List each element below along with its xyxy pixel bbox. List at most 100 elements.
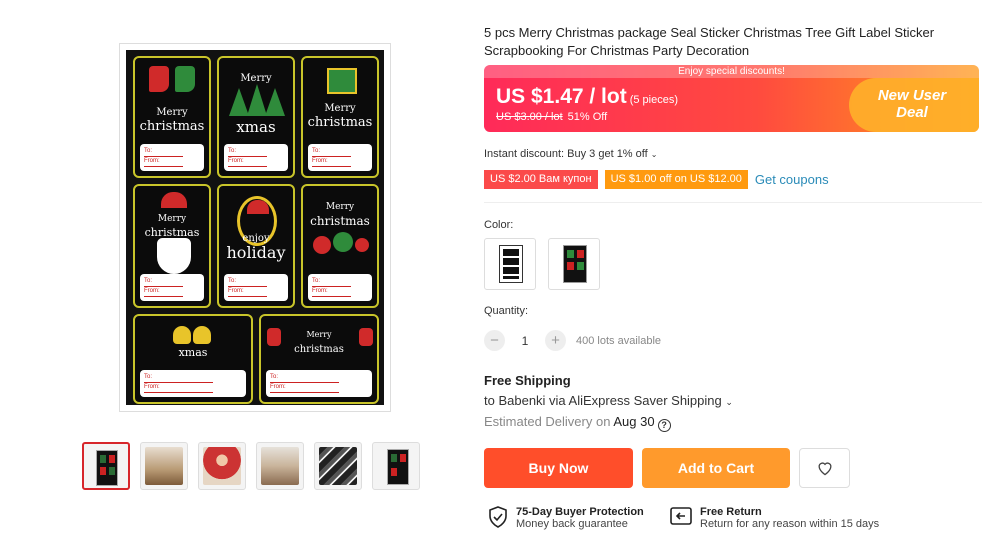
tag-from: From: bbox=[312, 287, 352, 297]
original-price-row: US $3.00 / lot 51% Off bbox=[496, 111, 607, 123]
buyer-protection[interactable]: 75-Day Buyer Protection Money back guaran… bbox=[488, 506, 644, 530]
color-label: Color: bbox=[484, 219, 514, 231]
get-coupons-link[interactable]: Get coupons bbox=[755, 172, 829, 187]
tag-line2: christmas bbox=[294, 344, 344, 355]
decrease-button[interactable]: − bbox=[484, 330, 505, 351]
estimated-delivery: Estimated Delivery on Aug 30? bbox=[484, 414, 671, 432]
add-to-cart-button[interactable]: Add to Cart bbox=[642, 448, 790, 488]
unit-note: (5 pieces) bbox=[629, 94, 679, 106]
tag-card: To: From: bbox=[308, 274, 372, 301]
thumbnail[interactable] bbox=[140, 442, 188, 490]
tag-card: To: From: bbox=[266, 370, 372, 397]
guarantee-subtitle: Money back guarantee bbox=[516, 518, 628, 530]
gift-tag: Merry xmas To: From: bbox=[217, 56, 295, 178]
estimated-delivery-label: Estimated Delivery on bbox=[484, 414, 611, 429]
heart-icon bbox=[818, 462, 831, 476]
tag-card: To: From: bbox=[140, 274, 204, 301]
thumbnail[interactable] bbox=[82, 442, 130, 490]
price-value: US $1.47 / lot bbox=[496, 85, 627, 108]
tag-to: To: bbox=[144, 373, 213, 383]
tag-line2: christmas bbox=[307, 115, 373, 130]
new-user-deal-badge[interactable]: New User Deal bbox=[857, 87, 967, 121]
divider bbox=[484, 202, 982, 203]
tag-to: To: bbox=[312, 147, 352, 157]
increase-button[interactable]: + bbox=[545, 330, 566, 351]
shipping-title: Free Shipping bbox=[484, 373, 571, 388]
quantity-label: Quantity: bbox=[484, 305, 529, 317]
tag-card: To: From: bbox=[224, 274, 288, 301]
shield-check-icon bbox=[489, 506, 507, 528]
tag-to: To: bbox=[270, 373, 339, 383]
original-price: US $3.00 / lot bbox=[496, 111, 563, 123]
wishlist-button[interactable] bbox=[799, 448, 850, 488]
promo-line2: Deal bbox=[896, 104, 928, 121]
price-banner: Enjoy special discounts! US $1.47 / lot(… bbox=[484, 65, 979, 132]
tag-card: To: From: bbox=[308, 144, 372, 171]
instant-discount[interactable]: Instant discount: Buy 3 get 1% off ⌄ bbox=[484, 148, 657, 160]
tag-from: From: bbox=[228, 157, 268, 167]
color-option[interactable] bbox=[484, 238, 536, 290]
free-return[interactable]: Free Return Return for any reason within … bbox=[670, 506, 879, 530]
current-price: US $1.47 / lot (5 pieces) bbox=[496, 85, 678, 109]
guarantee-title: Free Return bbox=[700, 506, 762, 518]
tag-line1: Merry bbox=[157, 214, 187, 224]
discount-banner-text: Enjoy special discounts! bbox=[484, 65, 979, 78]
quantity-stepper: − 1 + 400 lots available bbox=[484, 330, 661, 351]
sticker-sheet: Merry christmas To: From: Merry xmas To: Fr… bbox=[126, 50, 384, 405]
color-option[interactable] bbox=[548, 238, 600, 290]
tag-to: To: bbox=[144, 147, 184, 157]
gift-tag: Merry christmas To: From: bbox=[301, 56, 379, 178]
tag-from: From: bbox=[312, 157, 352, 167]
tag-line1: Merry bbox=[156, 107, 188, 118]
instant-discount-text: Instant discount: Buy 3 get 1% off bbox=[484, 148, 648, 160]
thumbnail[interactable] bbox=[372, 442, 420, 490]
thumbnail[interactable] bbox=[198, 442, 246, 490]
shipping-destination-text: to Babenki via AliExpress Saver Shipping bbox=[484, 393, 722, 408]
tag-card: To: From: bbox=[140, 144, 204, 171]
tag-line1: Merry bbox=[324, 103, 356, 114]
gift-tag: xmas To: From: bbox=[133, 314, 253, 404]
guarantee-title: 75-Day Buyer Protection bbox=[516, 506, 644, 518]
tag-line2: christmas bbox=[139, 119, 205, 134]
tag-to: To: bbox=[228, 147, 268, 157]
tag-line2: xmas bbox=[236, 118, 276, 136]
guarantee-subtitle: Return for any reason within 15 days bbox=[700, 518, 880, 530]
coupon-badge[interactable]: US $2.00 Вам купон bbox=[484, 170, 598, 189]
gift-tag: Merry christmas To: From: bbox=[133, 184, 211, 308]
tag-from: From: bbox=[228, 287, 268, 297]
gift-tag: Merry christmas To: From: bbox=[301, 184, 379, 308]
chevron-down-icon: ⌄ bbox=[650, 150, 658, 159]
tag-from: From: bbox=[144, 287, 184, 297]
tag-line1: Merry bbox=[325, 202, 355, 212]
main-product-image[interactable]: Merry christmas To: From: Merry xmas To: Fr… bbox=[119, 43, 391, 412]
discount-percent: 51% Off bbox=[567, 111, 608, 123]
chevron-down-icon: ⌄ bbox=[725, 397, 733, 407]
tag-card: To: From: bbox=[140, 370, 246, 397]
thumbnail[interactable] bbox=[256, 442, 304, 490]
gift-tag: Merry christmas To: From: bbox=[133, 56, 211, 178]
help-icon[interactable]: ? bbox=[657, 419, 671, 432]
tag-to: To: bbox=[228, 277, 268, 287]
gift-tag: enjoy holiday To: From: bbox=[217, 184, 295, 308]
tag-from: From: bbox=[144, 157, 184, 167]
tag-line2: holiday bbox=[226, 243, 286, 262]
tag-card: To: From: bbox=[224, 144, 288, 171]
tag-line2: xmas bbox=[178, 346, 208, 359]
gift-tag: Merry christmas To: From: bbox=[259, 314, 379, 404]
promo-line1: New User bbox=[877, 87, 947, 104]
tag-from: From: bbox=[144, 383, 213, 393]
thumbnail-strip bbox=[82, 442, 420, 490]
tag-line2: christmas bbox=[310, 214, 370, 228]
shipping-destination[interactable]: to Babenki via AliExpress Saver Shipping… bbox=[484, 393, 733, 408]
coupon-row: US $2.00 Вам купон US $1.00 off on US $1… bbox=[484, 170, 829, 189]
thumbnail[interactable] bbox=[314, 442, 362, 490]
tag-to: To: bbox=[312, 277, 352, 287]
quantity-value[interactable]: 1 bbox=[515, 334, 535, 348]
return-icon bbox=[670, 507, 692, 525]
coupon-badge[interactable]: US $1.00 off on US $12.00 bbox=[604, 170, 748, 189]
buy-now-button[interactable]: Buy Now bbox=[484, 448, 633, 488]
product-title: 5 pcs Merry Christmas package Seal Stick… bbox=[484, 25, 935, 58]
delivery-date: Aug 30 bbox=[613, 414, 655, 429]
tag-to: To: bbox=[144, 277, 184, 287]
tag-from: From: bbox=[270, 383, 339, 393]
